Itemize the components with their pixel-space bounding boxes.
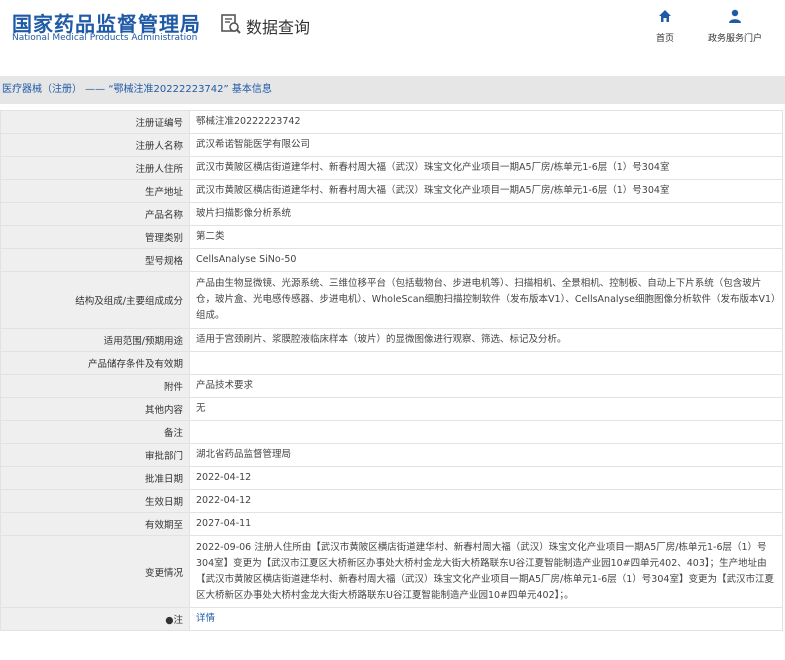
field-label: 产品储存条件及有效期 (0, 351, 190, 375)
field-value: 产品技术要求 (189, 374, 783, 398)
field-value: 武汉市黄陂区横店街道建华村、新春村周大福（武汉）珠宝文化产业项目一期A5厂房/栋… (189, 156, 783, 180)
field-value: CellsAnalyse SiNo-50 (189, 248, 783, 272)
field-value: 2022-04-12 (189, 466, 783, 490)
table-row-note: ●注 详情 (0, 607, 783, 631)
field-label: 附件 (0, 374, 190, 398)
field-value: 武汉希诺智能医学有限公司 (189, 133, 783, 157)
table-row: 审批部门 湖北省药品监督管理局 (0, 443, 783, 467)
field-value (189, 420, 783, 444)
site-header: 国家药品监督管理局 National Medical Products Admi… (0, 0, 785, 60)
logo-subtitle: National Medical Products Administration (12, 33, 198, 43)
table-row: 注册人名称 武汉希诺智能医学有限公司 (0, 133, 783, 157)
table-row: 注册证编号 鄂械注准20222223742 (0, 110, 783, 134)
field-label: 型号规格 (0, 248, 190, 272)
table-row: 管理类别 第二类 (0, 225, 783, 249)
field-value: 2022-04-12 (189, 489, 783, 513)
field-label: 生产地址 (0, 179, 190, 203)
field-label: 生效日期 (0, 489, 190, 513)
field-label: 审批部门 (0, 443, 190, 467)
table-row: 适用范围/预期用途 适用于宫颈刷片、浆膜腔液临床样本（玻片）的显微图像进行观察、筛… (0, 328, 783, 352)
data-query-label: 数据查询 (246, 18, 311, 37)
field-label: 备注 (0, 420, 190, 444)
table-row: 备注 (0, 420, 783, 444)
details-link[interactable]: 详情 (196, 613, 215, 624)
field-value: 产品由生物显微镜、光源系统、三维位移平台（包括载物台、步进电机等）、扫描相机、全… (189, 271, 783, 329)
field-value: 无 (189, 397, 783, 421)
field-value: 2027-04-11 (189, 512, 783, 536)
table-row: 型号规格 CellsAnalyse SiNo-50 (0, 248, 783, 272)
table-row: 有效期至 2027-04-11 (0, 512, 783, 536)
field-value: 鄂械注准20222223742 (189, 110, 783, 134)
field-label: 结构及组成/主要组成成分 (0, 271, 190, 329)
nav-service-portal[interactable]: 政务服务门户 (708, 8, 762, 44)
detail-table: 注册证编号 鄂械注准20222223742 注册人名称 武汉希诺智能医学有限公司 注册人… (0, 110, 783, 631)
field-label: 产品名称 (0, 202, 190, 226)
field-value: 第二类 (189, 225, 783, 249)
field-label: 变更情况 (0, 535, 190, 608)
breadcrumb: 医疗器械（注册） —— “鄂械注准20222223742” 基本信息 (0, 76, 785, 104)
field-label: 注册证编号 (0, 110, 190, 134)
field-value: 2022-09-06 注册人住所由【武汉市黄陂区横店街道建华村、新春村周大福（武… (189, 535, 783, 608)
field-label: 批准日期 (0, 466, 190, 490)
home-icon (657, 8, 673, 28)
table-row: 生效日期 2022-04-12 (0, 489, 783, 513)
table-row: 批准日期 2022-04-12 (0, 466, 783, 490)
field-label: 注册人名称 (0, 133, 190, 157)
table-row: 生产地址 武汉市黄陂区横店街道建华村、新春村周大福（武汉）珠宝文化产业项目一期A5… (0, 179, 783, 203)
field-value: 武汉市黄陂区横店街道建华村、新春村周大福（武汉）珠宝文化产业项目一期A5厂房/栋… (189, 179, 783, 203)
table-row: 产品名称 玻片扫描影像分析系统 (0, 202, 783, 226)
note-value: 详情 (189, 607, 783, 631)
table-row: 附件 产品技术要求 (0, 374, 783, 398)
user-icon (727, 8, 743, 28)
field-label: 管理类别 (0, 225, 190, 249)
field-label: 适用范围/预期用途 (0, 328, 190, 352)
field-value: 玻片扫描影像分析系统 (189, 202, 783, 226)
field-value: 湖北省药品监督管理局 (189, 443, 783, 467)
nav-service-label: 政务服务门户 (708, 34, 763, 44)
field-value (189, 351, 783, 375)
field-value: 适用于宫颈刷片、浆膜腔液临床样本（玻片）的显微图像进行观察、筛选、标记及分析。 (189, 328, 783, 352)
table-row: 注册人住所 武汉市黄陂区横店街道建华村、新春村周大福（武汉）珠宝文化产业项目一期A… (0, 156, 783, 180)
table-row: 结构及组成/主要组成成分 产品由生物显微镜、光源系统、三维位移平台（包括载物台、步… (0, 271, 783, 329)
table-row: 产品储存条件及有效期 (0, 351, 783, 375)
note-label: ●注 (0, 607, 190, 631)
nav-home[interactable]: 首页 (656, 8, 674, 44)
field-label: 有效期至 (0, 512, 190, 536)
field-label: 注册人住所 (0, 156, 190, 180)
data-search-icon (220, 13, 242, 39)
nav-home-label: 首页 (656, 34, 675, 44)
field-label: 其他内容 (0, 397, 190, 421)
table-row: 其他内容无 (0, 397, 783, 421)
data-query-link[interactable]: 数据查询 (220, 13, 310, 39)
table-row: 变更情况 2022-09-06 注册人住所由【武汉市黄陂区横店街道建华村、新春村周… (0, 535, 783, 608)
header-spacer (0, 60, 785, 76)
